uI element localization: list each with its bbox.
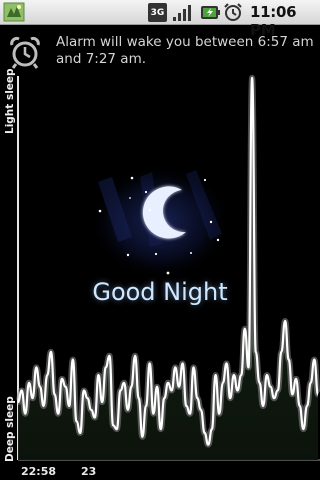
signal-icon: [173, 5, 191, 21]
sleep-graph[interactable]: [0, 72, 320, 480]
good-night-text: Good Night: [92, 278, 228, 306]
x-tick-label: 23: [81, 465, 97, 478]
notification-icon[interactable]: [3, 2, 25, 22]
battery-charging-icon: [201, 6, 220, 19]
alarm-icon: [224, 3, 242, 21]
y-label-light-sleep: Light sleep: [4, 68, 16, 134]
alarm-clock-icon[interactable]: [8, 36, 42, 70]
network-badge: 3G: [150, 7, 165, 18]
3g-icon: 3G: [148, 3, 167, 22]
x-tick-label: 22:58: [21, 465, 57, 478]
y-label-deep-sleep: Deep sleep: [4, 396, 16, 462]
moon-stars-icon: [88, 164, 232, 280]
alarm-message: Alarm will wake you between 6:57 am and …: [56, 34, 314, 67]
status-bar: 3G 11:06 PM: [0, 0, 320, 39]
